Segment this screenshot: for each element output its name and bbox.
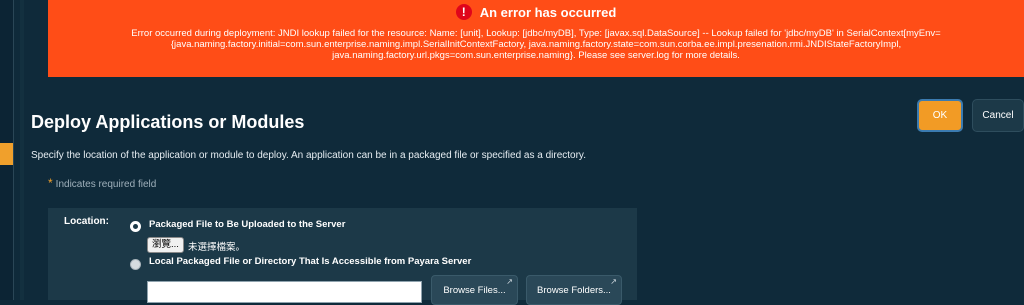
- external-link-icon: ↗: [610, 277, 617, 286]
- page-title: Deploy Applications or Modules: [31, 112, 305, 132]
- exclamation-icon: !: [455, 4, 472, 20]
- radio-local-label: Local Packaged File or Directory That Is…: [149, 256, 472, 267]
- browse-folders-label: Browse Folders...: [537, 284, 611, 296]
- browse-files-label: Browse Files...: [443, 284, 506, 296]
- sidebar-divider: [20, 0, 24, 300]
- required-field-note: * Indicates required field: [48, 176, 156, 190]
- cancel-button[interactable]: Cancel: [972, 99, 1024, 132]
- error-title: An error has occurred: [479, 4, 617, 20]
- browse-files-button[interactable]: Browse Files... ↗: [431, 275, 518, 305]
- file-browse-button[interactable]: 瀏覽...: [147, 237, 184, 253]
- browse-folders-button[interactable]: Browse Folders... ↗: [526, 275, 622, 305]
- radio-upload-label: Packaged File to Be Uploaded to the Serv…: [149, 219, 346, 230]
- radio-upload-packaged-file[interactable]: [130, 221, 141, 232]
- ok-button[interactable]: OK: [917, 99, 963, 132]
- required-note-text: Indicates required field: [55, 179, 157, 190]
- page-description: Specify the location of the application …: [31, 150, 586, 161]
- required-star-icon: *: [48, 176, 53, 190]
- external-link-icon: ↗: [506, 277, 513, 286]
- error-message: Error occurred during deployment: JNDI l…: [131, 28, 941, 61]
- location-label: Location:: [64, 216, 109, 227]
- radio-local-packaged-file[interactable]: [130, 259, 141, 270]
- error-banner: ! An error has occurred Error occurred d…: [48, 0, 1024, 77]
- sidebar-resize-handle[interactable]: [0, 143, 13, 165]
- error-title-row: ! An error has occurred: [48, 4, 1024, 20]
- no-file-selected-text: 未選擇檔案。: [188, 242, 246, 253]
